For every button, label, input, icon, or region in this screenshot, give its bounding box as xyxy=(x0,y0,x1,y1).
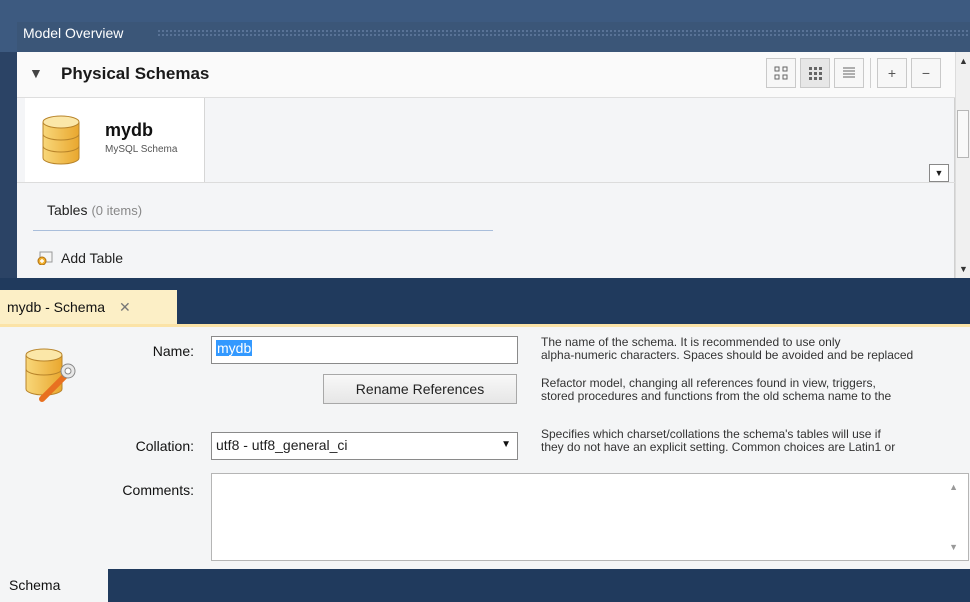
tables-header[interactable]: Tables (0 items) xyxy=(47,202,142,218)
schema-dropdown-button[interactable]: ▼ xyxy=(929,164,949,182)
remove-schema-button[interactable]: − xyxy=(911,58,941,88)
schema-tab-mydb[interactable]: mydb MySQL Schema xyxy=(25,98,205,182)
schema-wrench-icon xyxy=(25,348,76,402)
name-help-text: The name of the schema. It is recommende… xyxy=(541,336,969,362)
scroll-up-icon[interactable]: ▲ xyxy=(959,56,968,66)
schema-name-value: mydb xyxy=(216,340,253,356)
tab-schema[interactable]: Schema xyxy=(0,569,108,602)
header-grip xyxy=(157,29,970,37)
bottom-tab-bar: Schema xyxy=(0,569,970,602)
overview-title: Model Overview xyxy=(23,25,124,41)
small-grid-icon xyxy=(809,67,822,80)
add-schema-button[interactable]: + xyxy=(877,58,907,88)
view-toolbar: + − xyxy=(766,58,941,88)
comments-textarea[interactable]: ▲ ▼ xyxy=(211,473,969,561)
add-table-item[interactable]: Add Table xyxy=(37,250,123,266)
collation-help-text: Specifies which charset/collations the s… xyxy=(541,428,969,454)
tables-underline xyxy=(33,230,493,231)
help-line: alpha-numeric characters. Spaces should … xyxy=(541,348,914,362)
name-label: Name: xyxy=(152,343,194,359)
overview-scrollbar[interactable]: ▲ ▼ xyxy=(955,52,970,278)
model-overview-panel: ▼ Physical Schemas + − mydb MySQL Schema… xyxy=(17,52,955,278)
scroll-down-icon[interactable]: ▼ xyxy=(949,542,958,552)
comments-label: Comments: xyxy=(122,482,194,498)
collation-label: Collation: xyxy=(135,438,194,454)
scroll-thumb[interactable] xyxy=(957,110,969,158)
help-line: stored procedures and functions from the… xyxy=(541,389,892,403)
rename-references-button[interactable]: Rename References xyxy=(323,374,517,404)
editor-tab-bar: mydb - Schema ✕ xyxy=(0,290,970,324)
toolbar-separator xyxy=(870,58,871,88)
schema-name: mydb xyxy=(105,120,154,140)
overview-header: Model Overview xyxy=(0,0,970,52)
add-table-label: Add Table xyxy=(61,250,124,266)
section-title: Physical Schemas xyxy=(61,64,210,83)
tab-label: mydb - Schema xyxy=(7,299,106,315)
help-line: they do not have an explicit setting. Co… xyxy=(541,440,896,454)
list-view-button[interactable] xyxy=(834,58,864,88)
list-icon xyxy=(843,67,855,78)
schema-editor: Name: mydb Rename References Collation: … xyxy=(0,327,970,569)
schema-tabs-divider xyxy=(17,182,955,183)
collation-select[interactable]: utf8 - utf8_general_ci ▼ xyxy=(211,432,518,460)
close-icon[interactable]: ✕ xyxy=(119,299,131,316)
physical-schemas-header[interactable]: ▼ Physical Schemas + − xyxy=(17,52,955,98)
small-icons-view-button[interactable] xyxy=(800,58,830,88)
rename-help-text: Refactor model, changing all references … xyxy=(541,377,969,403)
tables-count: (0 items) xyxy=(91,203,143,218)
dropdown-arrow-icon: ▼ xyxy=(501,439,511,450)
scroll-down-icon[interactable]: ▼ xyxy=(959,264,968,274)
tables-label: Tables xyxy=(47,202,88,218)
scroll-up-icon[interactable]: ▲ xyxy=(949,482,958,492)
collapse-triangle-icon[interactable]: ▼ xyxy=(29,65,43,81)
tab-mydb-schema[interactable]: mydb - Schema ✕ xyxy=(0,290,177,324)
large-grid-icon xyxy=(774,66,788,80)
schema-name-input[interactable]: mydb xyxy=(211,336,518,364)
collation-value: utf8 - utf8_general_ci xyxy=(216,437,348,453)
schema-subtitle: MySQL Schema xyxy=(105,144,178,155)
overview-title-bar: Model Overview xyxy=(17,22,970,52)
large-icons-view-button[interactable] xyxy=(766,58,796,88)
database-icon xyxy=(42,115,80,165)
add-table-icon xyxy=(37,251,53,265)
splitter[interactable] xyxy=(0,278,970,290)
